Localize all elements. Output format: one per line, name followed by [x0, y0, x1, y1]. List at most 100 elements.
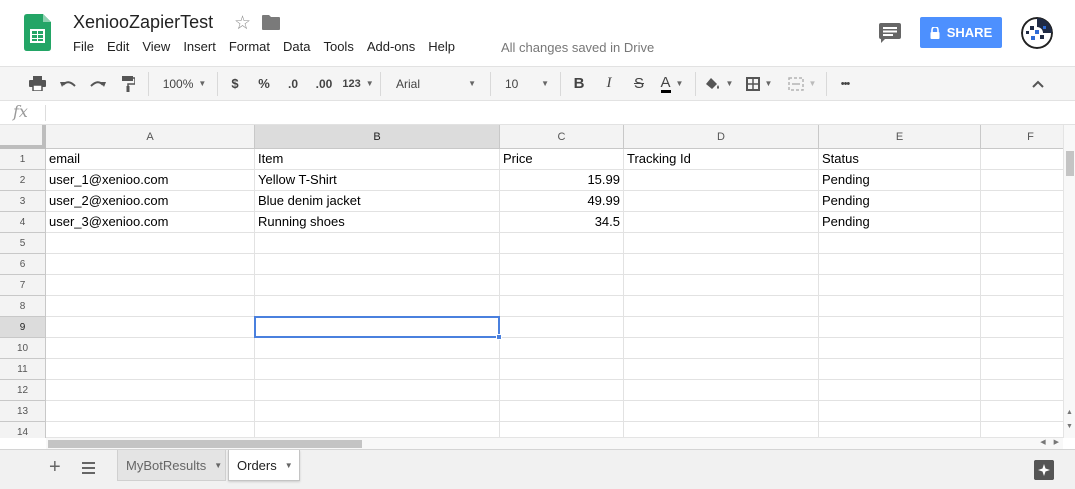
horizontal-scroll-thumb[interactable] — [48, 440, 362, 448]
scroll-left-arrow-icon[interactable]: ◀ — [1040, 438, 1045, 446]
cell-c11[interactable] — [500, 359, 624, 380]
add-sheet-icon[interactable]: + — [49, 456, 61, 479]
cell-a1[interactable]: email — [46, 149, 255, 170]
cell-e14[interactable] — [819, 422, 981, 438]
document-title[interactable]: XeniooZapierTest — [73, 12, 213, 33]
row-header[interactable]: 5 — [0, 233, 46, 254]
fill-handle[interactable] — [496, 334, 502, 340]
cell-b9[interactable] — [255, 317, 500, 338]
merge-cells-button[interactable]: ▼ — [782, 67, 822, 100]
cell-f7[interactable] — [981, 275, 1063, 296]
cell-f10[interactable] — [981, 338, 1063, 359]
percent-format-button[interactable]: % — [254, 67, 274, 100]
cell-b13[interactable] — [255, 401, 500, 422]
menu-file[interactable]: File — [73, 39, 94, 54]
undo-icon[interactable] — [57, 67, 79, 100]
cell-b2[interactable]: Yellow T-Shirt — [255, 170, 500, 191]
cell-c14[interactable] — [500, 422, 624, 438]
cell-a12[interactable] — [46, 380, 255, 401]
save-status[interactable]: All changes saved in Drive — [501, 40, 654, 55]
cell-e13[interactable] — [819, 401, 981, 422]
cell-b12[interactable] — [255, 380, 500, 401]
account-avatar[interactable] — [1021, 17, 1053, 49]
row-header[interactable]: 9 — [0, 317, 46, 338]
cell-b7[interactable] — [255, 275, 500, 296]
more-options-button[interactable]: ••• — [834, 67, 856, 100]
cell-d13[interactable] — [624, 401, 819, 422]
column-header-b[interactable]: B — [255, 125, 500, 149]
cell-e12[interactable] — [819, 380, 981, 401]
cell-f6[interactable] — [981, 254, 1063, 275]
increase-decimals-button[interactable]: .00 — [311, 67, 337, 100]
cell-b5[interactable] — [255, 233, 500, 254]
cell-b6[interactable] — [255, 254, 500, 275]
cell-e3[interactable]: Pending — [819, 191, 981, 212]
row-header[interactable]: 7 — [0, 275, 46, 296]
cell-e11[interactable] — [819, 359, 981, 380]
cell-f11[interactable] — [981, 359, 1063, 380]
cell-d9[interactable] — [624, 317, 819, 338]
vertical-scroll-thumb[interactable] — [1066, 151, 1074, 176]
menu-view[interactable]: View — [142, 39, 170, 54]
text-color-button[interactable]: A ▼ — [655, 67, 689, 100]
cell-a6[interactable] — [46, 254, 255, 275]
cell-a8[interactable] — [46, 296, 255, 317]
cell-a7[interactable] — [46, 275, 255, 296]
cell-d6[interactable] — [624, 254, 819, 275]
cell-a11[interactable] — [46, 359, 255, 380]
cell-d3[interactable] — [624, 191, 819, 212]
bold-button[interactable]: B — [569, 67, 589, 100]
cell-b8[interactable] — [255, 296, 500, 317]
cell-b11[interactable] — [255, 359, 500, 380]
star-icon[interactable]: ☆ — [234, 12, 251, 35]
redo-icon[interactable] — [87, 67, 109, 100]
cell-e2[interactable]: Pending — [819, 170, 981, 191]
collapse-toolbar-icon[interactable] — [1026, 67, 1050, 100]
cell-b3[interactable]: Blue denim jacket — [255, 191, 500, 212]
select-all-corner[interactable] — [0, 125, 46, 149]
row-header[interactable]: 14 — [0, 422, 46, 438]
menu-help[interactable]: Help — [428, 39, 455, 54]
sheets-logo-icon[interactable] — [24, 14, 51, 51]
cell-d12[interactable] — [624, 380, 819, 401]
cell-a10[interactable] — [46, 338, 255, 359]
row-header[interactable]: 4 — [0, 212, 46, 233]
formula-input[interactable] — [52, 105, 1052, 121]
cell-d1[interactable]: Tracking Id — [624, 149, 819, 170]
cell-a9[interactable] — [46, 317, 255, 338]
column-header-a[interactable]: A — [46, 125, 255, 149]
cell-c5[interactable] — [500, 233, 624, 254]
cell-f13[interactable] — [981, 401, 1063, 422]
zoom-select[interactable]: 100% ▼ — [157, 67, 212, 100]
chevron-down-icon[interactable]: ▼ — [214, 461, 222, 470]
comments-icon[interactable] — [879, 23, 901, 43]
cell-f5[interactable] — [981, 233, 1063, 254]
share-button[interactable]: SHARE — [920, 17, 1002, 48]
cell-e8[interactable] — [819, 296, 981, 317]
cell-f14[interactable] — [981, 422, 1063, 438]
cell-f8[interactable] — [981, 296, 1063, 317]
cell-c3[interactable]: 49.99 — [500, 191, 624, 212]
row-header[interactable]: 1 — [0, 149, 46, 170]
decrease-decimals-button[interactable]: .0 — [282, 67, 304, 100]
cell-c7[interactable] — [500, 275, 624, 296]
row-header[interactable]: 12 — [0, 380, 46, 401]
scroll-down-arrow-icon[interactable]: ▼ — [1064, 423, 1075, 430]
cell-b14[interactable] — [255, 422, 500, 438]
cell-f3[interactable] — [981, 191, 1063, 212]
cell-e5[interactable] — [819, 233, 981, 254]
cell-e1[interactable]: Status — [819, 149, 981, 170]
cell-b4[interactable]: Running shoes — [255, 212, 500, 233]
cell-c12[interactable] — [500, 380, 624, 401]
cell-d2[interactable] — [624, 170, 819, 191]
borders-button[interactable]: ▼ — [743, 67, 775, 100]
cell-c2[interactable]: 15.99 — [500, 170, 624, 191]
cell-e6[interactable] — [819, 254, 981, 275]
cell-c8[interactable] — [500, 296, 624, 317]
column-header-f[interactable]: F — [981, 125, 1063, 149]
cell-e9[interactable] — [819, 317, 981, 338]
cell-f1[interactable] — [981, 149, 1063, 170]
chevron-down-icon[interactable]: ▼ — [285, 461, 293, 470]
cell-d8[interactable] — [624, 296, 819, 317]
cell-c6[interactable] — [500, 254, 624, 275]
